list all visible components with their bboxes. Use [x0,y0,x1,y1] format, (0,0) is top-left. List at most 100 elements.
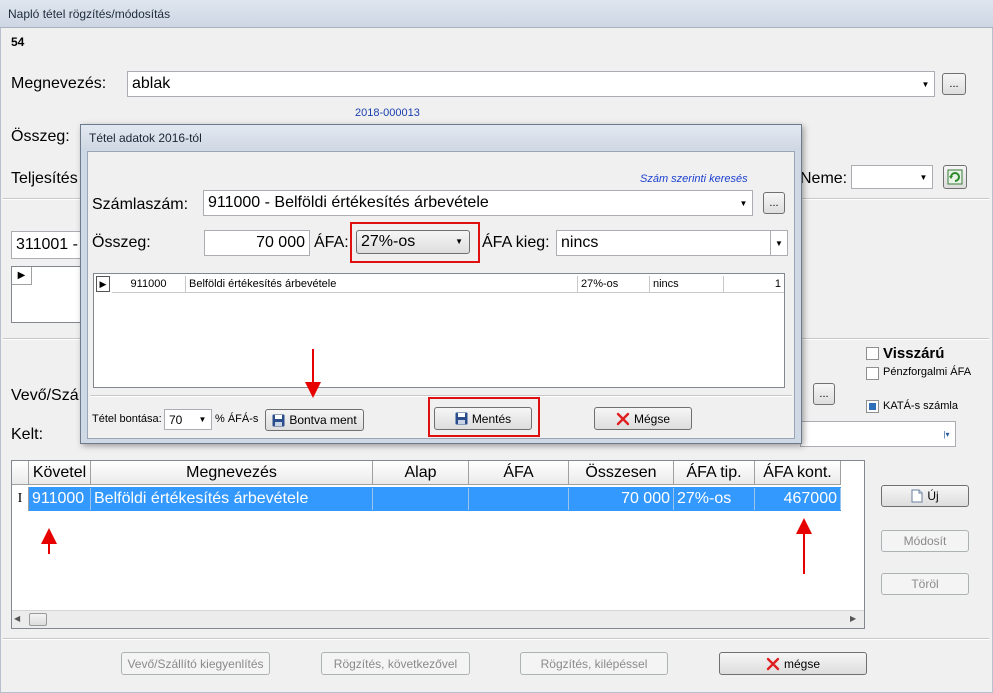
bontva-ment-label: Bontva ment [289,413,357,427]
cancel-button[interactable]: mégse [719,652,867,675]
save-icon [272,414,285,426]
visszaru-checkbox[interactable] [866,347,879,360]
vevo-label: Vevő/Szá [11,387,79,404]
row-marker: I [12,487,29,511]
row-divider [112,292,784,293]
scrollbar-thumb[interactable] [29,613,47,626]
megnevezes-combo[interactable]: ablak ▼ [127,71,935,97]
chevron-down-icon: ▼ [455,237,463,246]
megnevezes-value: ablak [132,75,171,92]
save-icon [455,412,468,425]
vevo-kiegyenlites-button[interactable]: Vevő/Szállító kiegyenlítés [121,652,270,675]
list-cell: 27%-os [578,276,650,292]
bontva-ment-button[interactable]: Bontva ment [265,409,364,431]
table-row[interactable]: I 911000 Belföldi értékesítés árbevétele… [12,487,841,511]
kata-checkbox[interactable] [866,400,879,413]
list-cell: nincs [650,276,724,292]
annotation-arrow [803,532,805,574]
kelt-date-picker[interactable]: |▾ [800,421,956,447]
dialog-osszeg-label: Összeg: [92,234,151,251]
megnevezes-lookup-button[interactable]: ... [942,73,966,95]
megnevezes-label: Megnevezés: [11,75,107,92]
separator [3,638,989,640]
kelt-label: Kelt: [11,426,44,443]
scroll-left-icon[interactable]: ◀ [14,614,20,623]
document-number: 2018-000013 [355,107,420,119]
szamlaszam-value: 911000 - Belföldi értékesítés árbevétele [208,194,489,211]
penzforgalmi-checkbox[interactable] [866,367,879,380]
afas-label: % ÁFÁ-s [215,413,259,425]
neme-label: Neme: [800,170,848,187]
bontasa-combo[interactable]: 70 ▼ [164,409,212,430]
column-header[interactable]: Megnevezés [91,461,373,485]
save-button-label: Mentés [471,411,512,426]
annotation-arrow [305,382,321,398]
save-button[interactable]: Mentés [434,407,532,430]
osszeg-input[interactable]: 70 000 [204,230,310,256]
afa-kieg-label: ÁFA kieg: [482,234,550,251]
rogzites-kovetkezovel-button[interactable]: Rögzítés, következővel [321,652,470,675]
osszeg-label: Összeg: [11,128,70,145]
visszaru-label: Visszárú [883,345,945,362]
afa-kieg-combo[interactable]: nincs ▼ [556,230,788,256]
szamlaszam-lookup-button[interactable]: ... [763,192,785,214]
chevron-down-icon: ▼ [198,415,207,424]
afa-value: 27%-os [361,233,416,250]
column-header[interactable]: ÁFA tip. [674,461,755,485]
cell-megnevezes: Belföldi értékesítés árbevétele [91,488,373,510]
column-header[interactable]: Összesen [569,461,674,485]
bontasa-label: Tétel bontása: [92,413,162,425]
items-grid[interactable]: Követel Megnevezés Alap ÁFA Összesen ÁFA… [11,460,865,629]
new-document-icon [911,489,923,503]
refresh-button[interactable] [943,165,967,189]
neme-combo[interactable]: ▼ [851,165,933,189]
dialog-cancel-label: Mégse [633,411,671,426]
cell-osszesen: 70 000 [569,488,674,510]
window-title: Napló tétel rögzítés/módosítás [0,0,993,28]
rogzites-kilepessel-button[interactable]: Rögzítés, kilépéssel [520,652,668,675]
afa-combo[interactable]: 27%-os ▼ [356,230,470,254]
grid-corner [12,461,29,485]
search-by-number-link[interactable]: Szám szerinti keresés [640,173,748,185]
cell-afa-tip: 27%-os [674,488,755,510]
cell-kovetel: 911000 [29,488,91,510]
afa-label: ÁFA: [314,234,349,251]
cell-afa [469,488,569,510]
column-header[interactable]: Követel [29,461,91,485]
account-value: 311001 - [16,236,78,253]
modify-button[interactable]: Módosít [881,530,969,552]
record-number: 54 [11,35,25,49]
chevron-down-icon: ▼ [739,198,748,208]
column-header[interactable]: Alap [373,461,469,485]
chevron-down-icon: |▾ [943,429,950,439]
afa-kieg-value: nincs [561,234,599,251]
list-cell: Belföldi értékesítés árbevétele [186,276,578,292]
bontasa-value: 70 [169,412,183,427]
column-header[interactable]: ÁFA kont. [755,461,841,485]
chevron-down-icon: ▼ [919,172,928,182]
tetel-dialog: Tétel adatok 2016-tól Szám szerinti kere… [80,124,802,444]
new-button[interactable]: Új [881,485,969,507]
column-header[interactable]: ÁFA [469,461,569,485]
szamlaszam-combo[interactable]: 911000 - Belföldi értékesítés árbevétele… [203,190,753,216]
cell-afa-kont: 467000 [755,488,841,510]
list-cell: 911000 [112,276,186,292]
dialog-cancel-button[interactable]: Mégse [594,407,692,430]
chevron-down-icon: ▼ [770,231,787,255]
horizontal-scrollbar[interactable]: ◀ ▶ [12,610,864,628]
vevo-lookup-button[interactable]: ... [813,383,835,405]
cell-alap [373,488,469,510]
close-icon [766,657,780,670]
close-icon [616,412,630,425]
cancel-button-label: mégse [783,656,821,671]
chevron-down-icon: ▼ [921,79,930,89]
delete-button[interactable]: Töröl [881,573,969,595]
tetel-list[interactable]: ▶ 911000 Belföldi értékesítés árbevétele… [93,273,785,388]
row-indicator-icon: ▶ [96,276,110,292]
annotation-arrow [312,349,314,385]
kata-label: KATÁ-s számla [883,400,958,412]
scroll-right-icon[interactable]: ▶ [850,614,856,623]
annotation-arrow [48,542,50,554]
teljesites-label: Teljesítés [11,170,78,187]
szamlaszam-label: Számlaszám: [92,196,189,213]
